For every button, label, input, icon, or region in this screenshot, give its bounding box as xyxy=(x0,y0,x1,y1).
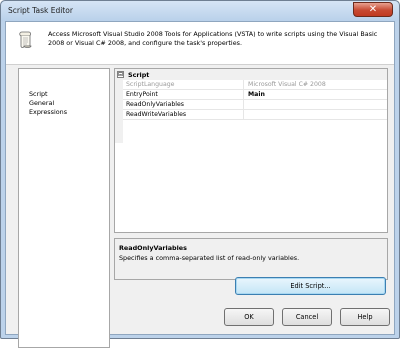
property-description-panel: ReadOnlyVariables Specifies a comma-sepa… xyxy=(114,238,388,280)
ok-button[interactable]: OK xyxy=(224,308,274,326)
property-grid: ⊟ Script ScriptLanguage Microsoft Visual… xyxy=(114,68,388,233)
property-name: ReadWriteVariables xyxy=(123,110,244,120)
script-scroll-icon xyxy=(19,31,32,48)
collapse-icon[interactable]: ⊟ xyxy=(117,71,124,78)
property-row-readwritevariables[interactable]: ReadWriteVariables xyxy=(123,110,387,120)
edit-script-button[interactable]: Edit Script... xyxy=(235,277,386,295)
nav-item-expressions[interactable]: Expressions xyxy=(29,108,67,116)
help-button[interactable]: Help xyxy=(340,308,390,326)
property-row-readonlyvariables[interactable]: ReadOnlyVariables xyxy=(123,100,387,110)
property-row-scriptlanguage[interactable]: ScriptLanguage Microsoft Visual C# 2008 xyxy=(123,80,387,90)
close-icon: ✕ xyxy=(368,4,378,15)
title-bar[interactable]: Script Task Editor ✕ xyxy=(1,1,399,21)
header-band: Access Microsoft Visual Studio 2008 Tool… xyxy=(6,22,394,65)
category-label: Script xyxy=(128,71,150,79)
description-text: Specifies a comma-separated list of read… xyxy=(119,254,300,262)
property-value[interactable] xyxy=(248,110,387,120)
window-title: Script Task Editor xyxy=(8,6,73,15)
property-value[interactable] xyxy=(248,100,387,110)
category-row-script[interactable]: ⊟ Script xyxy=(115,69,387,80)
property-grid-margin xyxy=(115,69,123,143)
header-description: Access Microsoft Visual Studio 2008 Tool… xyxy=(48,30,378,47)
property-name: EntryPoint xyxy=(123,90,244,100)
description-title: ReadOnlyVariables xyxy=(119,244,187,252)
dialog-client-area: Access Microsoft Visual Studio 2008 Tool… xyxy=(5,21,395,348)
nav-item-general[interactable]: General xyxy=(29,99,54,107)
property-name: ReadOnlyVariables xyxy=(123,100,244,110)
script-task-editor-window: Script Task Editor ✕ Access Microsoft Vi… xyxy=(0,0,400,348)
page-navigation-list: Script General Expressions xyxy=(18,68,110,348)
nav-item-script[interactable]: Script xyxy=(29,90,48,98)
property-name: ScriptLanguage xyxy=(123,80,244,90)
close-button[interactable]: ✕ xyxy=(353,2,393,17)
property-value: Microsoft Visual C# 2008 xyxy=(248,81,326,88)
property-value[interactable]: Main xyxy=(248,90,387,100)
property-row-entrypoint[interactable]: EntryPoint Main xyxy=(123,90,387,100)
cancel-button[interactable]: Cancel xyxy=(282,308,332,326)
